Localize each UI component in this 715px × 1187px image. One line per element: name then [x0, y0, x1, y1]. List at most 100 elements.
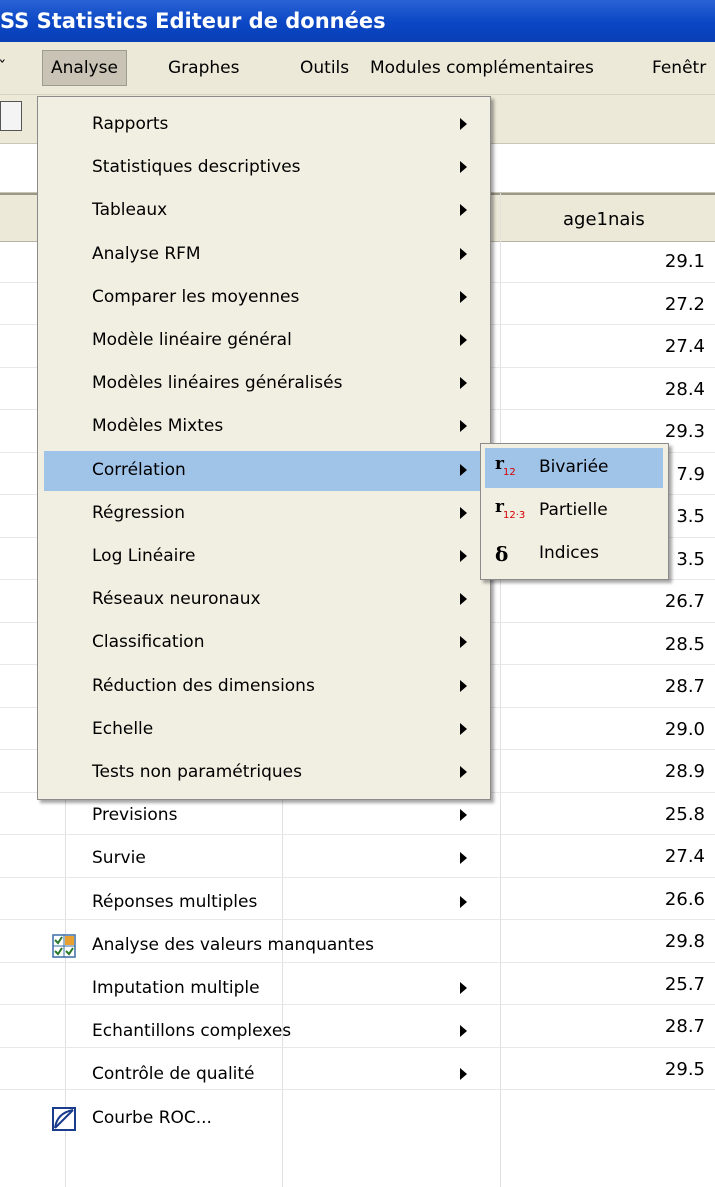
submenu-item-label: Indices	[539, 543, 599, 563]
table-cell-age1nais[interactable]: 25.8	[605, 804, 705, 825]
roc-curve-icon	[52, 1106, 76, 1131]
menu-item-label: Classification	[92, 632, 205, 653]
menu-item-label: Corrélation	[92, 459, 186, 480]
menu-item-12[interactable]: Classification	[44, 623, 484, 663]
submenu-arrow-icon	[460, 982, 467, 994]
title-bar: SS Statistics Editeur de données	[0, 0, 715, 42]
menubar-item-analyse[interactable]: Analyse	[42, 50, 127, 86]
menu-item-17[interactable]: Survie	[44, 839, 484, 879]
menu-item-21[interactable]: Echantillons complexes	[44, 1012, 484, 1052]
menu-item-10[interactable]: Log Linéaire	[44, 537, 484, 577]
menu-item-4[interactable]: Comparer les moyennes	[44, 278, 484, 318]
menubar-item-graphes[interactable]: Graphes	[168, 50, 239, 86]
menu-item-label: Echantillons complexes	[92, 1021, 292, 1042]
submenu-arrow-icon	[460, 463, 467, 476]
table-cell-age1nais[interactable]: 29.0	[605, 719, 705, 740]
submenu-arrow-icon	[460, 1025, 467, 1038]
menu-item-label: Modèles Mixtes	[92, 416, 224, 437]
submenu-arrow-icon	[460, 204, 467, 217]
menubar-item-outils[interactable]: Outils	[300, 50, 349, 86]
menu-item-16[interactable]: Previsions	[44, 796, 484, 836]
icon-subscript: 12	[503, 467, 516, 478]
menu-item-0[interactable]: Rapports	[44, 105, 484, 145]
table-cell-age1nais[interactable]: 29.5	[605, 1059, 705, 1080]
submenu-arrow-icon	[460, 506, 467, 519]
submenu-arrow-icon	[460, 290, 467, 303]
menu-item-23[interactable]: Courbe ROC...	[44, 1099, 484, 1139]
toolbar-grid-icon[interactable]	[0, 101, 22, 131]
analyse-dropdown-menu: Rapports Statistiques descriptives Tableau…	[37, 96, 491, 1131]
table-cell-age1nais[interactable]: 27.4	[605, 336, 705, 357]
submenu-arrow-icon	[460, 679, 467, 692]
grid-vline	[500, 193, 501, 1187]
column-header-age1nais[interactable]: age1nais	[500, 195, 715, 241]
submenu-arrow-icon	[460, 161, 467, 174]
menu-item-9[interactable]: Régression	[44, 494, 484, 534]
table-cell-age1nais[interactable]: 28.5	[605, 634, 705, 655]
menu-item-label: Réponses multiples	[92, 891, 258, 912]
table-cell-age1nais[interactable]: 26.6	[605, 889, 705, 910]
menu-item-3[interactable]: Analyse RFM	[44, 235, 484, 275]
table-cell-age1nais[interactable]: 29.8	[605, 931, 705, 952]
table-cell-age1nais[interactable]: 28.7	[605, 676, 705, 697]
menu-item-label: Courbe ROC...	[92, 1107, 212, 1128]
table-cell-age1nais[interactable]: 29.1	[605, 251, 705, 272]
submenu-arrow-icon	[460, 852, 467, 865]
menu-item-label: Rapports	[92, 114, 169, 134]
menu-item-label: Echelle	[92, 718, 154, 739]
submenu-arrow-icon	[460, 550, 467, 562]
menu-item-6[interactable]: Modèles linéaires généralisés	[44, 364, 484, 404]
menu-item-18[interactable]: Réponses multiples	[44, 883, 484, 923]
submenu-item-1[interactable]: r 12·3 Partielle	[485, 491, 663, 531]
table-cell-age1nais[interactable]: 26.7	[605, 591, 705, 612]
menu-item-label: Comparer les moyennes	[92, 286, 300, 307]
submenu-arrow-icon	[460, 636, 467, 649]
table-cell-age1nais[interactable]: 28.4	[605, 379, 705, 400]
submenu-arrow-icon	[460, 334, 467, 346]
menu-item-1[interactable]: Statistiques descriptives	[44, 148, 484, 188]
menu-item-22[interactable]: Contrôle de qualité	[44, 1055, 484, 1095]
submenu-arrow-icon	[460, 895, 467, 908]
menu-item-label: Réseaux neuronaux	[92, 589, 261, 610]
table-cell-age1nais[interactable]: 28.7	[605, 1016, 705, 1037]
menubar-item-fenetre[interactable]: Fenêtr	[652, 50, 706, 86]
menubar-item-partial[interactable]: ˇ	[0, 50, 8, 86]
menu-item-label: Réduction des dimensions	[92, 675, 315, 696]
submenu-arrow-icon	[460, 722, 467, 735]
missing-values-icon	[52, 934, 76, 958]
submenu-arrow-icon	[460, 420, 467, 433]
submenu-item-2[interactable]: δ Indices	[485, 534, 663, 574]
menu-item-11[interactable]: Réseaux neuronaux	[44, 580, 484, 620]
table-cell-age1nais[interactable]: 27.2	[605, 294, 705, 315]
submenu-arrow-icon	[460, 118, 467, 130]
menu-item-label: Tests non paramétriques	[92, 762, 302, 782]
menu-item-13[interactable]: Réduction des dimensions	[44, 667, 484, 707]
menu-item-8[interactable]: Corrélation	[44, 450, 484, 491]
submenu-arrow-icon	[460, 593, 467, 606]
submenu-item-0[interactable]: r 12 Bivariée	[485, 448, 663, 488]
column-header-label: age1nais	[563, 209, 645, 230]
menu-bar: ˇ Analyse Graphes Outils Modules complém…	[0, 42, 715, 95]
menu-item-15[interactable]: Tests non paramétriques	[44, 753, 484, 793]
menu-item-label: Statistiques descriptives	[92, 157, 301, 178]
menu-item-label: Imputation multiple	[92, 978, 260, 998]
icon-symbol: δ	[495, 542, 509, 566]
menu-item-20[interactable]: Imputation multiple	[44, 969, 484, 1009]
submenu-arrow-icon	[460, 1068, 467, 1081]
table-cell-age1nais[interactable]: 27.4	[605, 846, 705, 867]
menu-item-2[interactable]: Tableaux	[44, 191, 484, 231]
menu-item-19[interactable]: Analyse des valeurs manquantes	[44, 926, 484, 966]
menu-item-14[interactable]: Echelle	[44, 710, 484, 750]
menu-item-label: Analyse des valeurs manquantes	[92, 934, 375, 955]
menu-item-7[interactable]: Modèles Mixtes	[44, 407, 484, 447]
partial-r12-3-icon: r 12·3	[493, 497, 525, 525]
menubar-item-modules[interactable]: Modules complémentaires	[370, 50, 594, 86]
menu-item-label: Survie	[92, 848, 146, 869]
table-cell-age1nais[interactable]: 25.7	[605, 974, 705, 995]
table-cell-age1nais[interactable]: 28.9	[605, 761, 705, 782]
menu-item-label: Previsions	[92, 805, 178, 826]
submenu-arrow-icon	[460, 809, 467, 822]
table-cell-age1nais[interactable]: 29.3	[605, 421, 705, 442]
menu-item-label: Log Linéaire	[92, 546, 196, 566]
menu-item-5[interactable]: Modèle linéaire général	[44, 321, 484, 361]
